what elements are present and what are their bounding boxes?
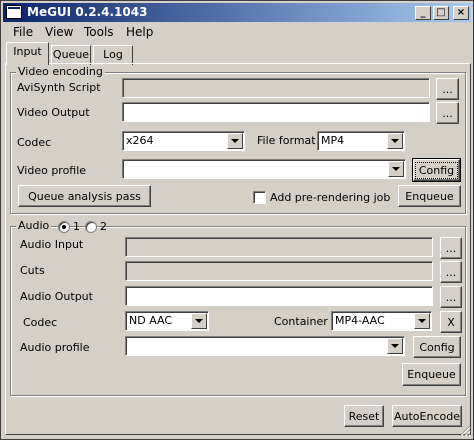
resize-grip-icon[interactable] [459, 425, 471, 437]
add-prerendering-label: Add pre-rendering job [270, 191, 391, 204]
browse-icon: ... [445, 290, 457, 304]
audio-input-browse-button[interactable]: ... [440, 237, 462, 259]
chevron-down-icon[interactable] [227, 133, 243, 149]
close-button[interactable]: × [453, 6, 469, 20]
avisynth-label: AviSynth Script [17, 81, 101, 94]
audio-legend: Audio [16, 219, 52, 232]
video-config-button[interactable]: Config [412, 158, 461, 182]
chevron-down-icon[interactable] [387, 133, 403, 149]
cuts-browse-button[interactable]: ... [440, 261, 462, 283]
add-prerendering-checkbox[interactable] [253, 191, 266, 204]
cuts-label: Cuts [20, 264, 45, 277]
audio-track-1-label: 1 [73, 220, 80, 233]
video-encoding-legend: Video encoding [16, 65, 105, 78]
chevron-down-icon[interactable] [414, 313, 430, 329]
tab-queue-label: Queue [52, 48, 90, 61]
clear-icon: X [447, 315, 455, 329]
video-profile-select[interactable] [122, 159, 406, 179]
minimize-button[interactable]: _ [415, 6, 431, 20]
audio-track-1-radio[interactable] [58, 221, 70, 233]
avisynth-input[interactable] [122, 78, 430, 98]
minimize-icon: _ [420, 7, 426, 18]
audio-enqueue-button[interactable]: Enqueue [402, 363, 461, 386]
menu-bar: File View Tools Help [3, 23, 471, 41]
tab-input[interactable]: Input [6, 42, 49, 65]
audio-track-2-label: 2 [100, 220, 107, 233]
browse-icon: ... [445, 241, 457, 255]
video-codec-label: Codec [17, 136, 52, 149]
audio-codec-label: Codec [23, 316, 58, 329]
menu-help[interactable]: Help [126, 25, 153, 39]
audio-profile-select[interactable] [125, 336, 405, 356]
audio-track-2-radio[interactable] [85, 221, 97, 233]
menu-view[interactable]: View [45, 25, 73, 39]
audio-output-label: Audio Output [20, 290, 93, 303]
maximize-button[interactable]: □ [433, 6, 449, 20]
file-format-select[interactable]: MP4 [317, 131, 405, 151]
audio-output-browse-button[interactable]: ... [440, 286, 462, 308]
video-codec-value: x264 [126, 134, 154, 147]
browse-icon: ... [442, 106, 453, 120]
app-icon [6, 5, 22, 19]
tab-input-label: Input [13, 45, 42, 58]
audio-input-label: Audio Input [20, 238, 84, 251]
chevron-down-icon[interactable] [388, 161, 404, 177]
menu-tools[interactable]: Tools [84, 25, 114, 39]
autoencode-button[interactable]: AutoEncode [392, 405, 462, 427]
reset-button[interactable]: Reset [344, 405, 384, 427]
window-title: MeGUI 0.2.4.1043 [27, 5, 148, 19]
audio-codec-value: ND AAC [129, 314, 173, 327]
chevron-down-icon[interactable] [387, 338, 403, 354]
cuts-field[interactable] [125, 261, 433, 281]
video-codec-select[interactable]: x264 [122, 131, 245, 151]
container-select[interactable]: MP4-AAC [331, 311, 432, 331]
audio-output-field[interactable] [125, 286, 433, 306]
video-config-label: Config [414, 161, 459, 179]
maximize-icon: □ [436, 7, 446, 18]
menu-file[interactable]: File [13, 25, 33, 39]
container-value: MP4-AAC [335, 314, 385, 327]
audio-codec-select[interactable]: ND AAC [125, 311, 209, 331]
reset-label: Reset [348, 409, 380, 423]
audio-config-button[interactable]: Config [413, 336, 461, 358]
queue-analysis-pass-button[interactable]: Queue analysis pass [18, 185, 151, 207]
avisynth-browse-button[interactable]: ... [436, 78, 459, 100]
video-output-label: Video Output [17, 106, 90, 119]
main-window: MeGUI 0.2.4.1043 _ □ × File View Tools H… [0, 0, 474, 440]
audio-input-field[interactable] [125, 237, 433, 257]
browse-icon: ... [442, 82, 453, 96]
container-label: Container [274, 315, 328, 328]
tab-queue[interactable]: Queue [51, 45, 91, 65]
video-output-browse-button[interactable]: ... [436, 102, 459, 124]
video-output-input[interactable] [122, 102, 430, 122]
file-format-value: MP4 [321, 134, 345, 147]
browse-icon: ... [445, 265, 457, 279]
close-icon: × [456, 7, 466, 18]
chevron-down-icon[interactable] [191, 313, 207, 329]
queue-analysis-label: Queue analysis pass [28, 189, 141, 203]
video-enqueue-button[interactable]: Enqueue [398, 185, 461, 207]
clear-audio-button[interactable]: X [440, 311, 462, 333]
audio-profile-label: Audio profile [20, 341, 90, 354]
tab-log[interactable]: Log [93, 45, 133, 65]
autoencode-label: AutoEncode [394, 409, 460, 423]
audio-enqueue-label: Enqueue [407, 368, 456, 381]
title-bar[interactable]: MeGUI 0.2.4.1043 _ □ × [3, 3, 471, 22]
file-format-label: File format [257, 134, 316, 147]
video-profile-label: Video profile [17, 164, 87, 177]
video-enqueue-label: Enqueue [405, 189, 454, 203]
tab-log-label: Log [103, 48, 123, 61]
audio-config-label: Config [419, 340, 455, 354]
